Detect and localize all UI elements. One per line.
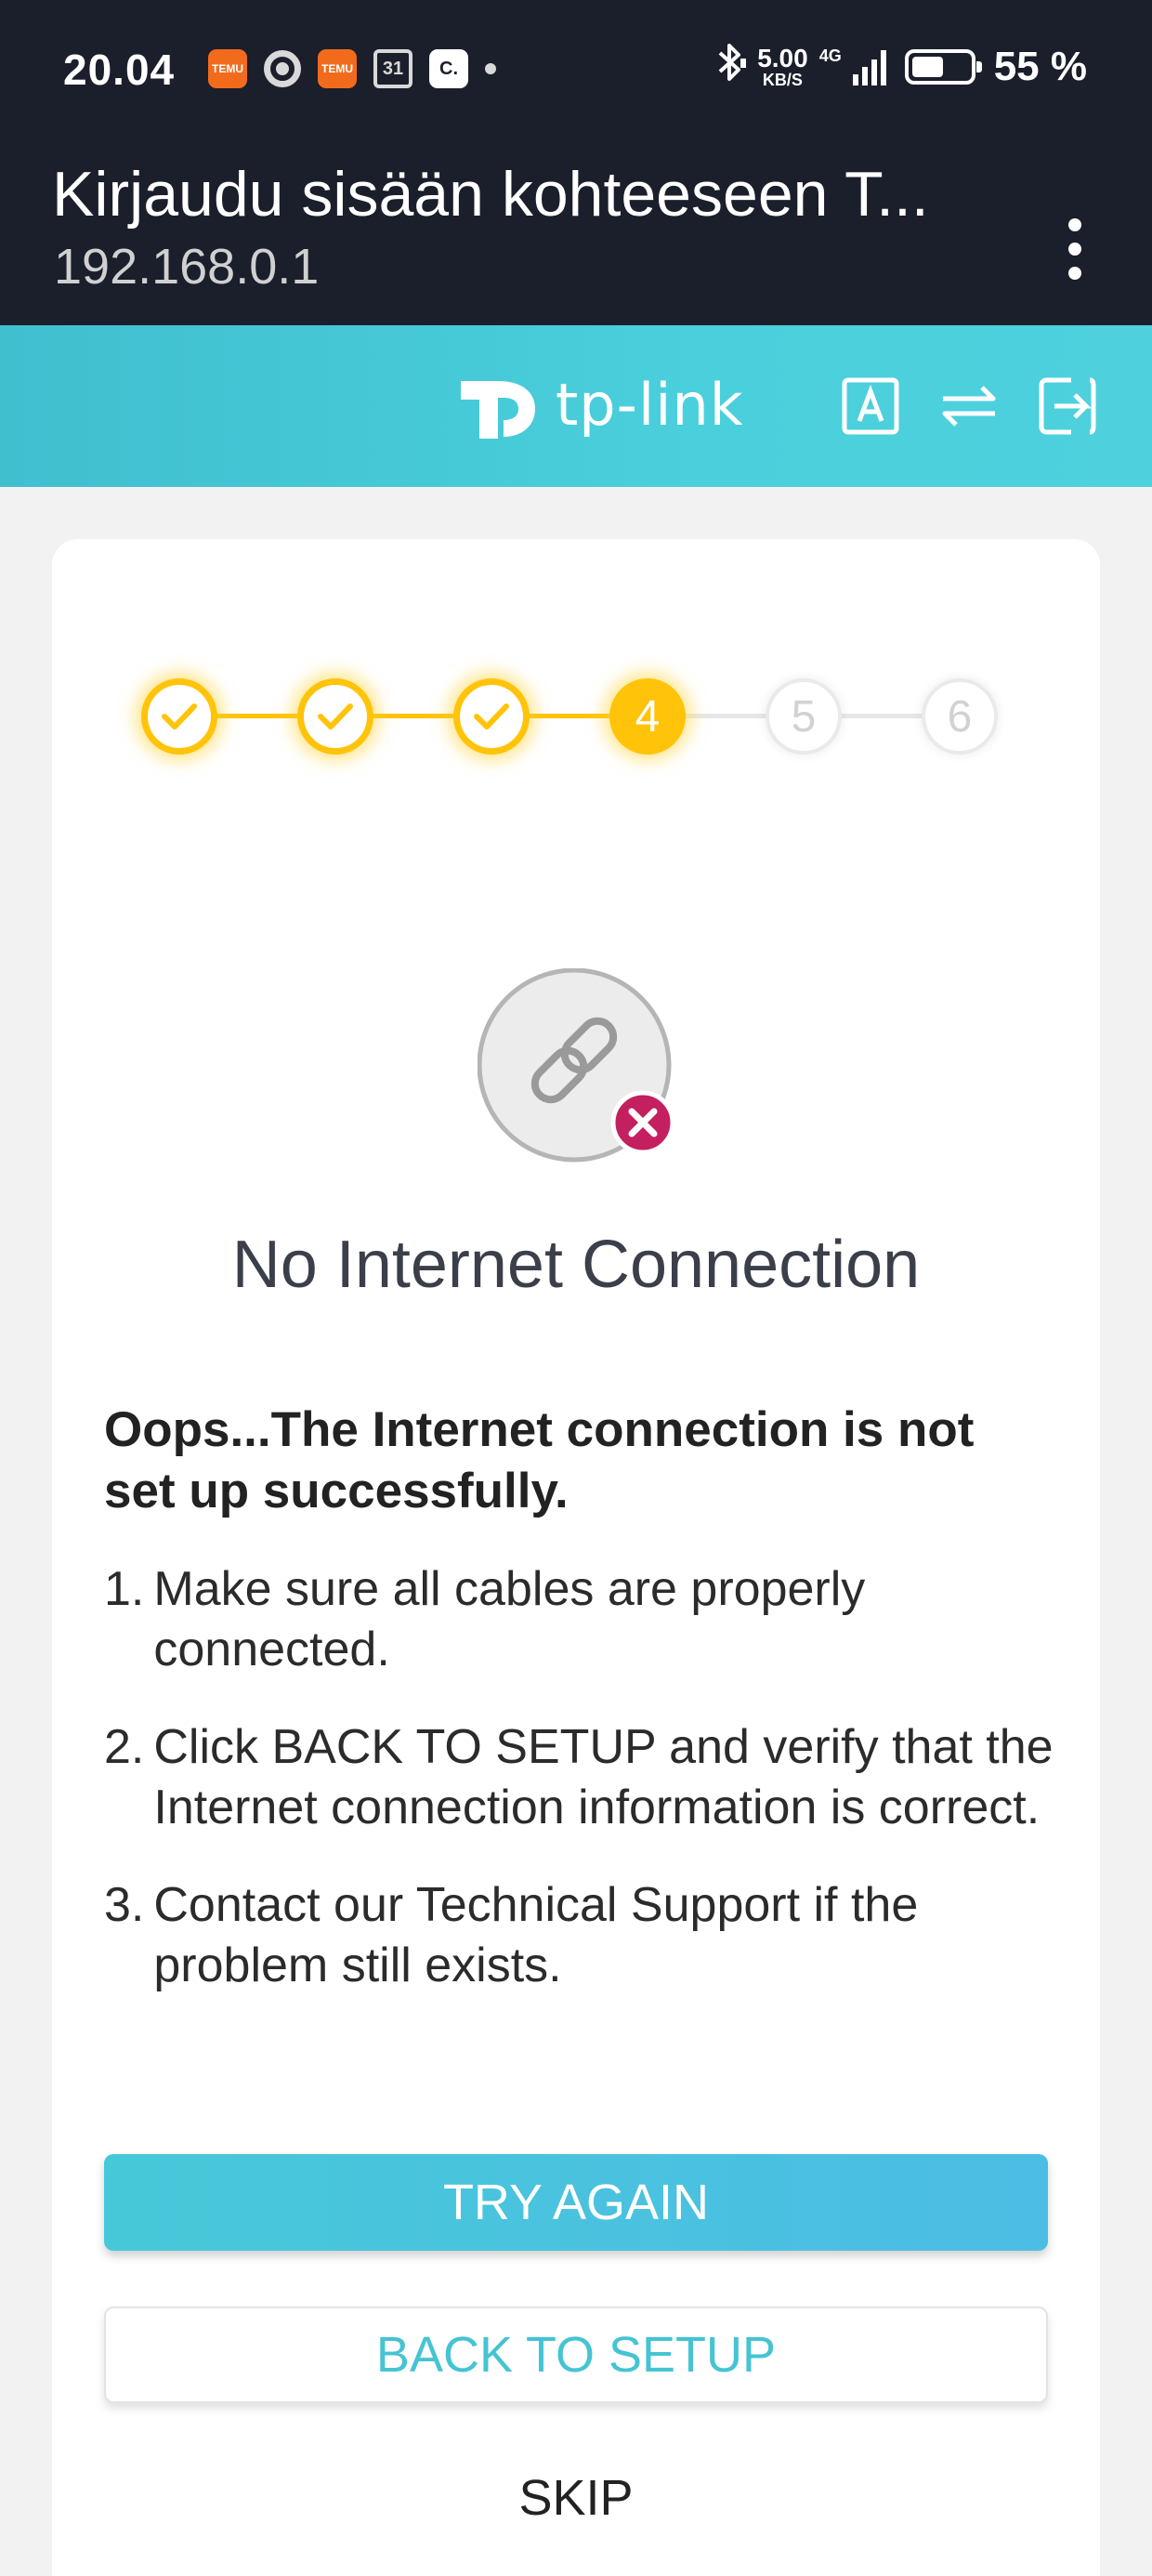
wizard-step-3	[453, 678, 530, 755]
list-item-number: 2.	[104, 1720, 145, 1774]
tplink-header-actions	[838, 374, 1100, 439]
battery-icon	[904, 49, 982, 85]
page-title: Kirjaudu sisään kohteeseen T...	[52, 159, 929, 230]
wizard-step-1	[141, 678, 217, 755]
list-item-text: Contact our Technical Support if the pro…	[153, 1878, 919, 1992]
temu-app-icon: TEMU	[318, 49, 357, 88]
list-item: 2. Click BACK TO SETUP and verify that t…	[104, 1717, 1061, 1838]
network-speed: 5.00 KB/S	[757, 44, 808, 89]
wizard-step-5: 5	[766, 678, 842, 755]
c-app-icon: C.	[429, 49, 468, 88]
clock: 20.04	[63, 46, 176, 94]
troubleshooting-list: 1. Make sure all cables are properly con…	[104, 1559, 1061, 2033]
list-item-text: Make sure all cables are properly connec…	[153, 1562, 866, 1676]
tplink-logo-text: tp-link	[556, 370, 744, 439]
stepper-line-done	[179, 714, 681, 718]
check-icon	[474, 703, 509, 729]
notification-icons: TEMU TEMU 31 C.	[208, 48, 496, 89]
tplink-logo-mark	[461, 381, 535, 439]
list-item: 1. Make sure all cables are properly con…	[104, 1559, 1061, 1680]
temu-app-icon: TEMU	[208, 49, 247, 88]
error-heading: Oops...The Internet connection is not se…	[104, 1402, 975, 1518]
wizard-step-2	[297, 678, 373, 755]
battery-percentage: 55 %	[993, 44, 1087, 89]
skip-button[interactable]: SKIP	[424, 2451, 728, 2544]
list-item-text: Click BACK TO SETUP and verify that the …	[153, 1720, 1054, 1834]
more-notifications-dot-icon	[485, 63, 496, 74]
battery-fill	[911, 57, 943, 77]
list-item-number: 3.	[104, 1878, 145, 1932]
chrome-app-icon	[264, 50, 301, 87]
browser-header: Kirjaudu sisään kohteeseen T... 192.168.…	[0, 139, 1152, 325]
network-type: 4G	[818, 46, 842, 65]
language-icon[interactable]	[838, 374, 903, 439]
network-speed-value: 5.00	[757, 44, 808, 72]
try-again-button[interactable]: TRY AGAIN	[104, 2154, 1048, 2251]
system-indicators: 5.00 KB/S 4G 55 %	[714, 41, 1087, 93]
logout-icon[interactable]	[1035, 374, 1100, 439]
back-to-setup-button[interactable]: BACK TO SETUP	[104, 2307, 1048, 2403]
wizard-step-4: 4	[609, 678, 686, 755]
wizard-stepper: 4 5 6	[141, 669, 1015, 762]
broken-link-icon	[478, 968, 675, 1163]
more-options-icon[interactable]	[1042, 193, 1107, 305]
content-card: 4 5 6 No Internet Connection Oops...The …	[52, 539, 1100, 2576]
status-title: No Internet Connection	[231, 1228, 921, 1302]
wizard-step-6: 6	[922, 678, 998, 755]
bluetooth-icon	[714, 42, 747, 92]
list-item-number: 1.	[104, 1562, 145, 1616]
signal-icon	[852, 48, 886, 85]
tplink-header: tp-link	[0, 325, 1152, 487]
calendar-app-icon: 31	[373, 49, 412, 88]
list-item: 3. Contact our Technical Support if the …	[104, 1875, 1061, 1996]
page-url: 192.168.0.1	[54, 239, 320, 295]
network-speed-unit: KB/S	[762, 71, 803, 89]
status-bar: 20.04 TEMU TEMU 31 C. 5.00 KB/S 4G 55 %	[0, 0, 1152, 139]
switch-icon[interactable]	[936, 374, 1001, 439]
check-icon	[162, 703, 197, 729]
tplink-logo: tp-link	[444, 353, 744, 455]
check-icon	[318, 703, 353, 729]
